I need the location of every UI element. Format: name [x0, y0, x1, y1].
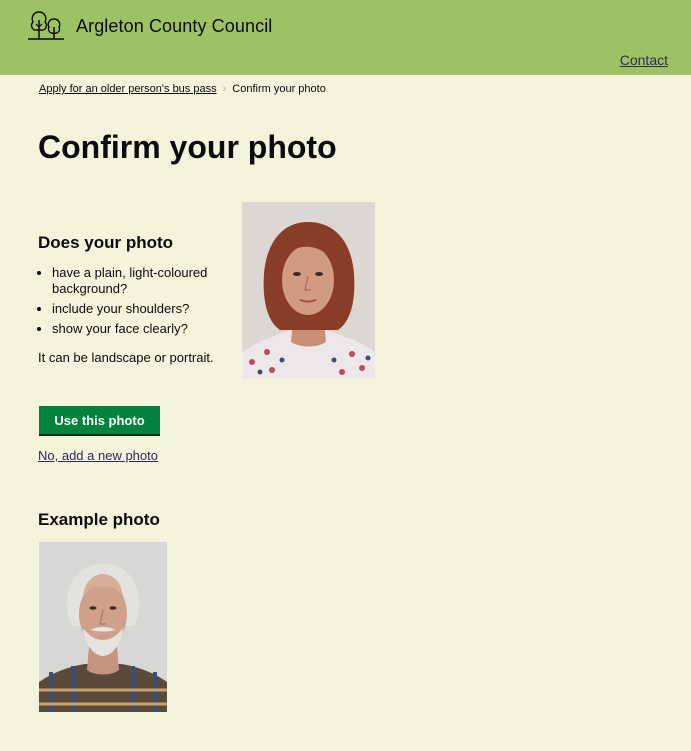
orientation-note: It can be landscape or portrait. — [38, 350, 214, 365]
breadcrumb-link-bus-pass[interactable]: Apply for an older person's bus pass — [39, 83, 217, 95]
trees-icon — [28, 11, 64, 40]
site-header: Argleton County Council Contact — [0, 0, 691, 75]
home-logo-link[interactable]: Argleton County Council — [28, 10, 272, 42]
breadcrumb-current: Confirm your photo — [232, 83, 326, 95]
photo-checklist: have a plain, light-coloured background?… — [38, 265, 222, 341]
breadcrumb: Apply for an older person's bus pass › C… — [39, 83, 326, 95]
chevron-right-icon: › — [222, 83, 227, 95]
contact-link[interactable]: Contact — [620, 52, 668, 68]
checklist-item: include your shoulders? — [52, 301, 222, 317]
organisation-name: Argleton County Council — [76, 16, 273, 36]
use-this-photo-button[interactable]: Use this photo — [39, 406, 160, 434]
example-photo-heading: Example photo — [38, 510, 160, 529]
add-new-photo-link[interactable]: No, add a new photo — [38, 448, 158, 463]
page-title: Confirm your photo — [38, 129, 337, 165]
example-photo — [39, 542, 167, 712]
checklist-item: show your face clearly? — [52, 321, 222, 337]
checklist-item: have a plain, light-coloured background? — [52, 265, 222, 297]
photo-check-heading: Does your photo — [38, 233, 174, 252]
uploaded-photo — [242, 202, 375, 379]
